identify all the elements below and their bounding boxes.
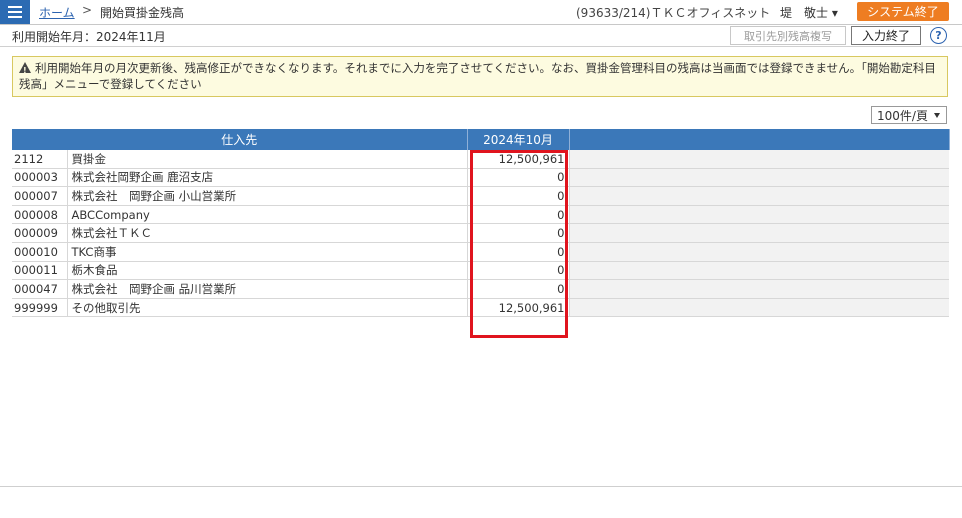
table-row: 000047 株式会社 岡野企画 品川営業所 0 — [12, 279, 949, 299]
table-header-row: 仕入先 2024年10月 — [12, 129, 950, 150]
supplier-name: 株式会社ＴＫＣ — [67, 223, 468, 243]
supplier-code: 000003 — [12, 168, 68, 188]
column-header-month: 2024年10月 — [467, 129, 570, 150]
supplier-name: 株式会社 岡野企画 小山営業所 — [67, 186, 468, 206]
notice-text: 利用開始年月の月次更新後、残高修正ができなくなります。それまでに入力を完了させて… — [19, 61, 936, 91]
filler-cell — [569, 168, 949, 188]
per-page-value: 100件/頁 — [877, 108, 928, 123]
balance-amount-input[interactable]: 0 — [467, 223, 570, 243]
supplier-code: 000008 — [12, 205, 68, 225]
balance-amount-input[interactable]: 0 — [467, 168, 570, 188]
breadcrumb-current-page: 開始買掛金残高 — [100, 6, 185, 20]
column-header-filler — [569, 129, 950, 150]
filler-cell — [569, 223, 949, 243]
top-header: ホーム > 開始買掛金残高 (93633/214)ＴＫＣオフィスネット 堤 敬士… — [0, 0, 962, 25]
filler-cell — [569, 261, 949, 281]
breadcrumb-separator: > — [82, 3, 93, 17]
copy-balance-button[interactable]: 取引先別残高複写 — [730, 26, 846, 45]
supplier-name: ABCCompany — [67, 205, 468, 225]
filler-cell — [569, 205, 949, 225]
supplier-name: 買掛金 — [67, 150, 468, 169]
filler-cell — [569, 186, 949, 206]
hamburger-menu-icon[interactable] — [0, 0, 30, 24]
start-month-label: 利用開始年月：2024年11月 — [12, 30, 166, 44]
balance-amount-input[interactable]: 0 — [467, 242, 570, 262]
system-end-button[interactable]: システム終了 — [857, 2, 949, 21]
supplier-name: 栃木食品 — [67, 261, 468, 281]
input-end-button[interactable]: 入力終了 — [851, 26, 921, 45]
filler-cell — [569, 298, 949, 318]
balance-amount: 12,500,961 — [467, 298, 570, 318]
supplier-name: TKC商事 — [67, 242, 468, 262]
supplier-code: 000010 — [12, 242, 68, 262]
supplier-name: 株式会社岡野企画 鹿沼支店 — [67, 168, 468, 188]
supplier-name: 株式会社 岡野企画 品川営業所 — [67, 279, 468, 299]
supplier-balance-table: 仕入先 2024年10月 2112 買掛金 12,500,961 000003 … — [12, 129, 950, 318]
filler-cell — [569, 242, 949, 262]
balance-amount-input[interactable]: 0 — [467, 186, 570, 206]
supplier-code: 000009 — [12, 223, 68, 243]
table-row: 000008 ABCCompany 0 — [12, 205, 949, 225]
help-icon[interactable]: ? — [930, 27, 947, 44]
app-page: ホーム > 開始買掛金残高 (93633/214)ＴＫＣオフィスネット 堤 敬士… — [0, 0, 962, 487]
notice-box: 利用開始年月の月次更新後、残高修正ができなくなります。それまでに入力を完了させて… — [12, 56, 948, 97]
office-info: (93633/214)ＴＫＣオフィスネット — [576, 6, 771, 20]
warning-icon — [19, 62, 31, 79]
table-row: 000010 TKC商事 0 — [12, 242, 949, 262]
supplier-code: 2112 — [12, 150, 68, 169]
table-row: 000011 栃木食品 0 — [12, 261, 949, 281]
filler-cell — [569, 150, 949, 169]
filler-cell — [569, 279, 949, 299]
table-row: 000009 株式会社ＴＫＣ 0 — [12, 223, 949, 243]
table-row: 000003 株式会社岡野企画 鹿沼支店 0 — [12, 168, 949, 188]
chevron-down-icon — [934, 113, 940, 118]
per-page-select[interactable]: 100件/頁 — [871, 106, 947, 124]
balance-amount-input[interactable]: 0 — [467, 261, 570, 281]
balance-amount-input[interactable]: 0 — [467, 205, 570, 225]
supplier-code: 000047 — [12, 279, 68, 299]
sub-toolbar: 利用開始年月：2024年11月 取引先別残高複写 入力終了 ? — [0, 25, 962, 47]
balance-amount: 12,500,961 — [467, 150, 570, 169]
user-menu[interactable]: 堤 敬士 ▾ — [780, 4, 838, 21]
table-row: 000007 株式会社 岡野企画 小山営業所 0 — [12, 186, 949, 206]
supplier-code: 999999 — [12, 298, 68, 318]
table-row: 2112 買掛金 12,500,961 — [12, 150, 949, 169]
supplier-name: その他取引先 — [67, 298, 468, 318]
breadcrumb-home-link[interactable]: ホーム — [39, 4, 75, 21]
supplier-code: 000011 — [12, 261, 68, 281]
balance-amount-input[interactable]: 0 — [467, 279, 570, 299]
column-header-supplier: 仕入先 — [12, 129, 468, 150]
table-row: 999999 その他取引先 12,500,961 — [12, 298, 949, 318]
supplier-code: 000007 — [12, 186, 68, 206]
